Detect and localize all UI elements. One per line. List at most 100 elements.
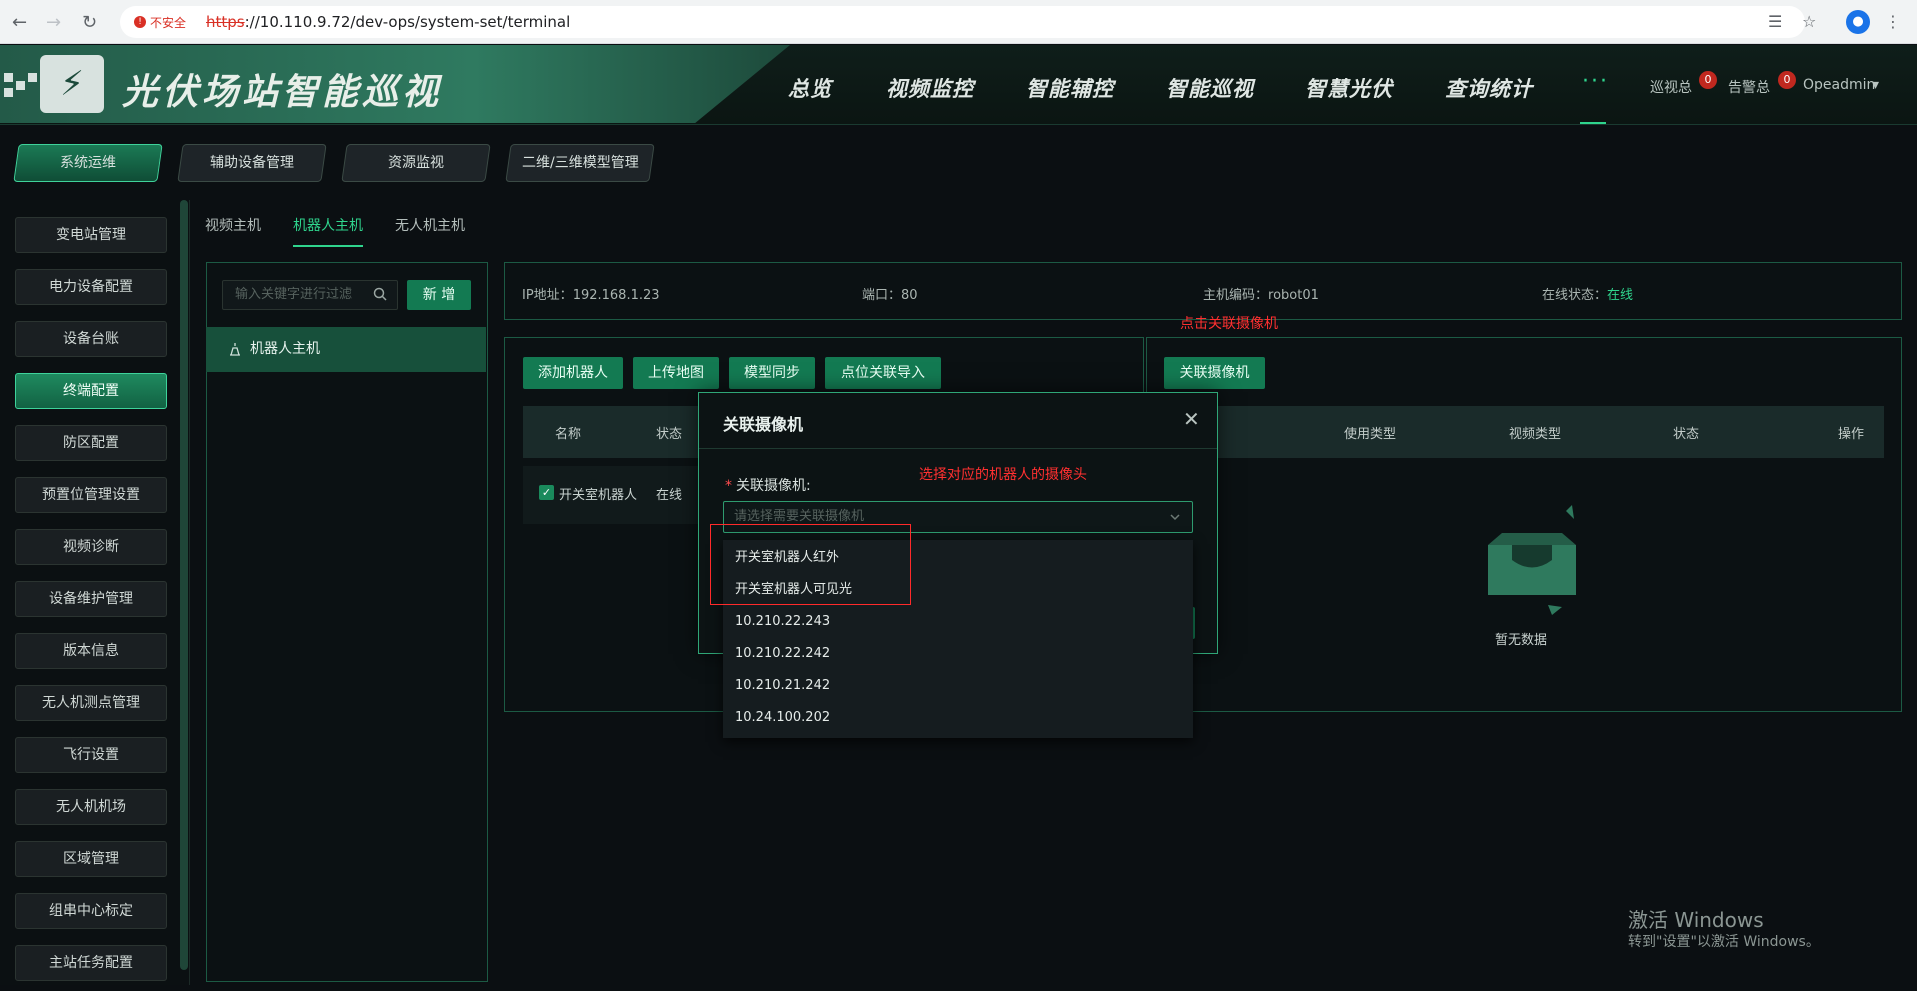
bookmark-star-icon[interactable]: ☆ [1802,12,1816,31]
dropdown-option[interactable]: 10.210.22.243 [723,606,1193,638]
app-header: ⚡ 光伏场站智能巡视 总览 视频监控 智能辅控 智能巡视 智慧光伏 查询统计 ·… [0,45,1917,125]
empty-box-icon [1488,505,1576,615]
sidebar-item-area[interactable]: 区域管理 [15,841,167,877]
annotation-select-hint: 选择对应的机器人的摄像头 [919,467,1087,483]
sidebar-item-power-equipment[interactable]: 电力设备配置 [15,269,167,305]
nav-overview[interactable]: 总览 [788,73,832,103]
chevron-down-icon[interactable] [1169,511,1181,523]
sidebar-item-ledger[interactable]: 设备台账 [15,321,167,357]
camera-col-video-type: 视频类型 [1509,427,1562,442]
logo-dots-icon [4,73,38,97]
camera-col-usage: 使用类型 [1344,427,1397,442]
camera-col-actions: 操作 [1838,427,1865,442]
sidebar-item-airport[interactable]: 无人机机场 [15,789,167,825]
subtab-aux-devices[interactable]: 辅助设备管理 [177,144,327,182]
menu-icon[interactable]: ⋮ [1885,12,1901,31]
dropdown-option[interactable]: 10.24.100.202 [723,702,1193,734]
active-indicator [1580,122,1606,124]
code-info: 主机编码：robot01 [1203,288,1319,303]
sidebar-item-maintenance[interactable]: 设备维护管理 [15,581,167,617]
empty-text: 暂无数据 [1495,633,1548,648]
model-sync-button[interactable]: 模型同步 [729,357,815,389]
windows-watermark-subtitle: 转到"设置"以激活 Windows。 [1628,934,1820,950]
sidebar-item-drone-points[interactable]: 无人机测点管理 [15,685,167,721]
back-icon[interactable]: ← [12,12,27,33]
app-title: 光伏场站智能巡视 [122,72,443,113]
robot-col-status: 状态 [656,427,683,442]
robot-name-cell: 开关室机器人 [559,488,638,503]
sidebar-item-zone[interactable]: 防区配置 [15,425,167,461]
status-info: 在线状态：在线 [1542,288,1634,303]
robot-col-name: 名称 [555,427,582,442]
patrol-total-label[interactable]: 巡视总 [1650,77,1692,97]
user-name[interactable]: Opeadmin [1803,77,1875,93]
insecure-label: 不安全 [150,15,187,30]
sidebar-item-version[interactable]: 版本信息 [15,633,167,669]
search-input[interactable]: 输入关键字进行过滤 [222,280,398,310]
code-value: robot01 [1268,288,1319,303]
address-bar[interactable]: ! 不安全 https://10.110.9.72/dev-ops/system… [120,6,1805,38]
tab-underline [293,245,363,247]
forward-icon[interactable]: → [46,12,61,33]
link-camera-button[interactable]: 关联摄像机 [1164,357,1265,389]
subtab-ops[interactable]: 系统运维 [13,144,163,182]
alarm-total-label[interactable]: 告警总 [1728,77,1770,97]
security-indicator[interactable]: ! 不安全 [130,13,192,31]
camera-field-label: * 关联摄像机: [725,478,811,494]
nav-patrol[interactable]: 智能巡视 [1166,73,1254,103]
search-icon[interactable] [373,287,387,301]
camera-col-status: 状态 [1673,427,1700,442]
sidebar-item-preset[interactable]: 预置位管理设置 [15,477,167,513]
robot-icon [230,343,240,356]
nav-aux-control[interactable]: 智能辅控 [1026,73,1114,103]
sidebar-item-string-center[interactable]: 组串中心标定 [15,893,167,929]
sidebar-scrollbar[interactable] [180,200,188,970]
browser-toolbar: ← → ↻ ! 不安全 https://10.110.9.72/dev-ops/… [0,0,1917,44]
translate-icon[interactable]: ☰ [1768,12,1782,31]
sidebar-item-terminal[interactable]: 终端配置 [15,373,167,409]
tab-video-host[interactable]: 视频主机 [205,215,261,235]
sidebar-item-master-task[interactable]: 主站任务配置 [15,945,167,981]
annotation-click-hint: 点击关联摄像机 [1180,316,1278,332]
patrol-count-badge: 0 [1699,71,1717,89]
nav-video[interactable]: 视频监控 [886,73,974,103]
url-path: ://10.110.9.72/dev-ops/system-set/termin… [244,13,571,31]
annotation-highlight-box [710,524,911,605]
lightning-logo-icon: ⚡ [40,55,104,113]
dialog-divider [699,448,1217,449]
ip-info: IP地址：192.168.1.23 [522,288,660,303]
subtab-models[interactable]: 二维/三维模型管理 [505,144,655,182]
windows-watermark-title: 激活 Windows [1628,908,1764,932]
add-host-button[interactable]: 新 增 [407,280,471,310]
sidebar-item-video-diag[interactable]: 视频诊断 [15,529,167,565]
robot-status-cell: 在线 [656,488,683,503]
nav-pv[interactable]: 智慧光伏 [1305,73,1393,103]
port-value: 80 [901,288,918,303]
url-scheme: https [206,13,245,31]
status-value: 在线 [1607,288,1634,303]
point-import-button[interactable]: 点位关联导入 [825,357,941,389]
subtab-resource-monitor[interactable]: 资源监视 [341,144,491,182]
user-dropdown-icon[interactable]: ▾ [1872,77,1879,93]
ip-value: 192.168.1.23 [572,288,660,303]
reload-icon[interactable]: ↻ [82,12,97,33]
add-robot-button[interactable]: 添加机器人 [523,357,623,389]
dropdown-option[interactable]: 10.210.22.242 [723,638,1193,670]
profile-icon[interactable]: ● [1846,10,1870,34]
port-info: 端口：80 [862,288,918,303]
dropdown-option[interactable]: 10.210.21.242 [723,670,1193,702]
url-text[interactable]: https://10.110.9.72/dev-ops/system-set/t… [206,13,570,31]
more-menu-icon[interactable]: ··· [1582,69,1609,94]
sidebar-item-flight[interactable]: 飞行设置 [15,737,167,773]
dialog-title: 关联摄像机 [723,415,804,434]
tree-item-robot-host[interactable]: 机器人主机 [206,327,486,372]
sidebar-item-substation[interactable]: 变电站管理 [15,217,167,253]
close-icon[interactable]: ✕ [1183,407,1200,431]
nav-stats[interactable]: 查询统计 [1445,73,1533,103]
upload-map-button[interactable]: 上传地图 [633,357,719,389]
tab-drone-host[interactable]: 无人机主机 [395,215,465,235]
row-checkbox[interactable]: ✓ [539,485,554,500]
warning-icon: ! [134,16,146,28]
tab-robot-host[interactable]: 机器人主机 [293,215,363,235]
alarm-count-badge: 0 [1778,71,1796,89]
